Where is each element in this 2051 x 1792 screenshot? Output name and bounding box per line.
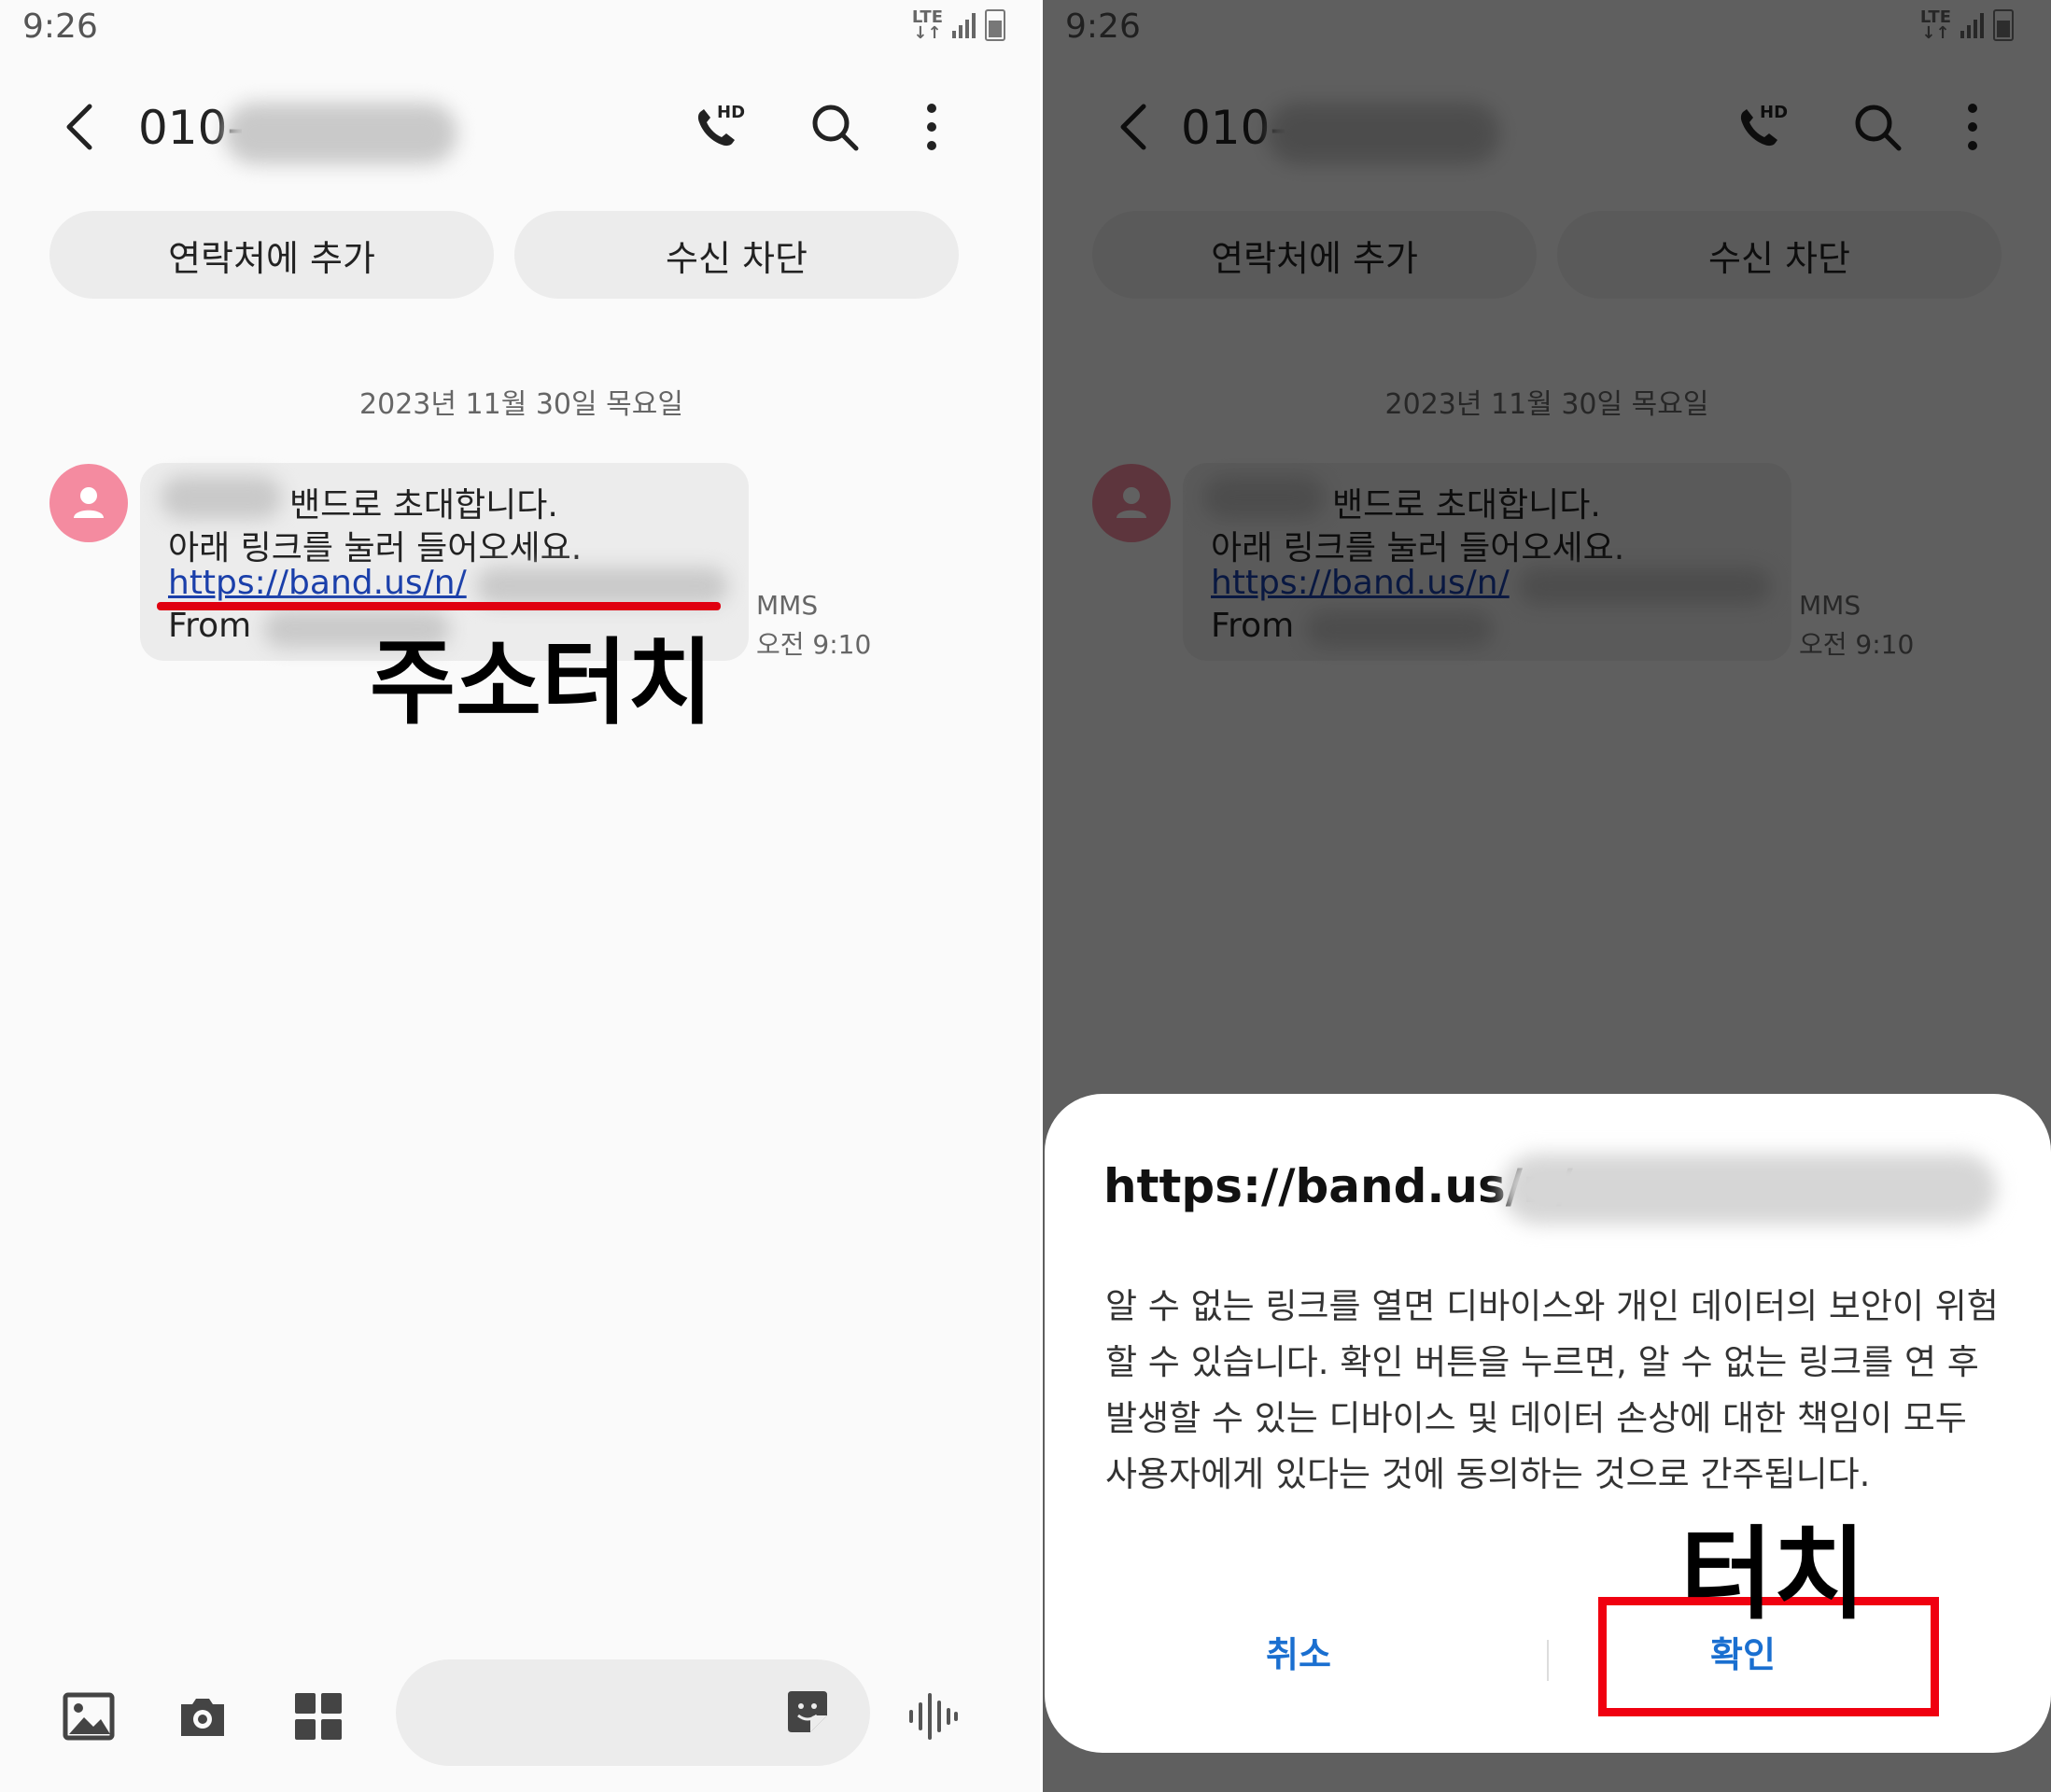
message-input[interactable]: [396, 1659, 870, 1766]
annotation-tap: 터치: [1680, 1517, 1866, 1633]
avatar[interactable]: [49, 464, 128, 542]
block-button[interactable]: 수신 차단: [514, 211, 959, 299]
camera-icon[interactable]: [176, 1689, 230, 1743]
status-bar: 9:26 LTE↓↑: [0, 0, 1043, 62]
date-header: 2023년 11월 30일 목요일: [359, 388, 683, 421]
message-link[interactable]: https://band.us/n/: [168, 564, 467, 602]
redacted-link: [476, 567, 728, 605]
message-line-1: 밴드로 초대합니다.: [289, 486, 558, 525]
redacted-band-name: [161, 476, 282, 519]
dialog-message: 알 수 없는 링크를 열면 디바이스와 개인 데이터의 보안이 위험할 수 있습…: [1105, 1286, 1999, 1494]
status-time: 9:26: [22, 7, 98, 46]
status-icons: LTE↓↑: [911, 7, 1005, 43]
back-icon[interactable]: [54, 101, 106, 153]
message-time: 오전 9:10: [756, 629, 872, 660]
voice-icon[interactable]: [906, 1689, 960, 1743]
lte-icon: LTE↓↑: [911, 7, 943, 43]
button-separator: [1547, 1640, 1549, 1681]
add-contact-button[interactable]: 연락처에 추가: [49, 211, 494, 299]
person-icon: [74, 487, 104, 518]
cancel-button[interactable]: 취소: [1159, 1626, 1439, 1677]
annotation-tap-address: 주소터치: [370, 628, 713, 737]
message-meta: MMS 오전 9:10: [756, 586, 871, 665]
message-line-2: 아래 링크를 눌러 들어오세요.: [168, 529, 583, 567]
hd-call-icon[interactable]: HD: [689, 99, 745, 155]
gallery-icon[interactable]: [62, 1689, 116, 1743]
left-screen: 9:26 LTE ↓↑ 010- HD 연락처에 추가 수신 차단 2023년 1…: [0, 0, 1043, 1792]
message-from: From: [168, 607, 252, 645]
svg-text:HD: HD: [717, 103, 745, 122]
redacted-number: [224, 103, 457, 164]
more-icon[interactable]: [913, 97, 950, 157]
message-type: MMS: [756, 590, 819, 621]
signal-icon: [952, 12, 976, 38]
search-icon[interactable]: [808, 101, 861, 153]
conversation-toolbar: 010- HD: [0, 90, 1043, 164]
apps-icon[interactable]: [291, 1689, 345, 1743]
redacted-dialog-url: [1502, 1154, 1997, 1225]
battery-icon: [985, 9, 1005, 41]
sticker-icon[interactable]: [782, 1687, 833, 1738]
